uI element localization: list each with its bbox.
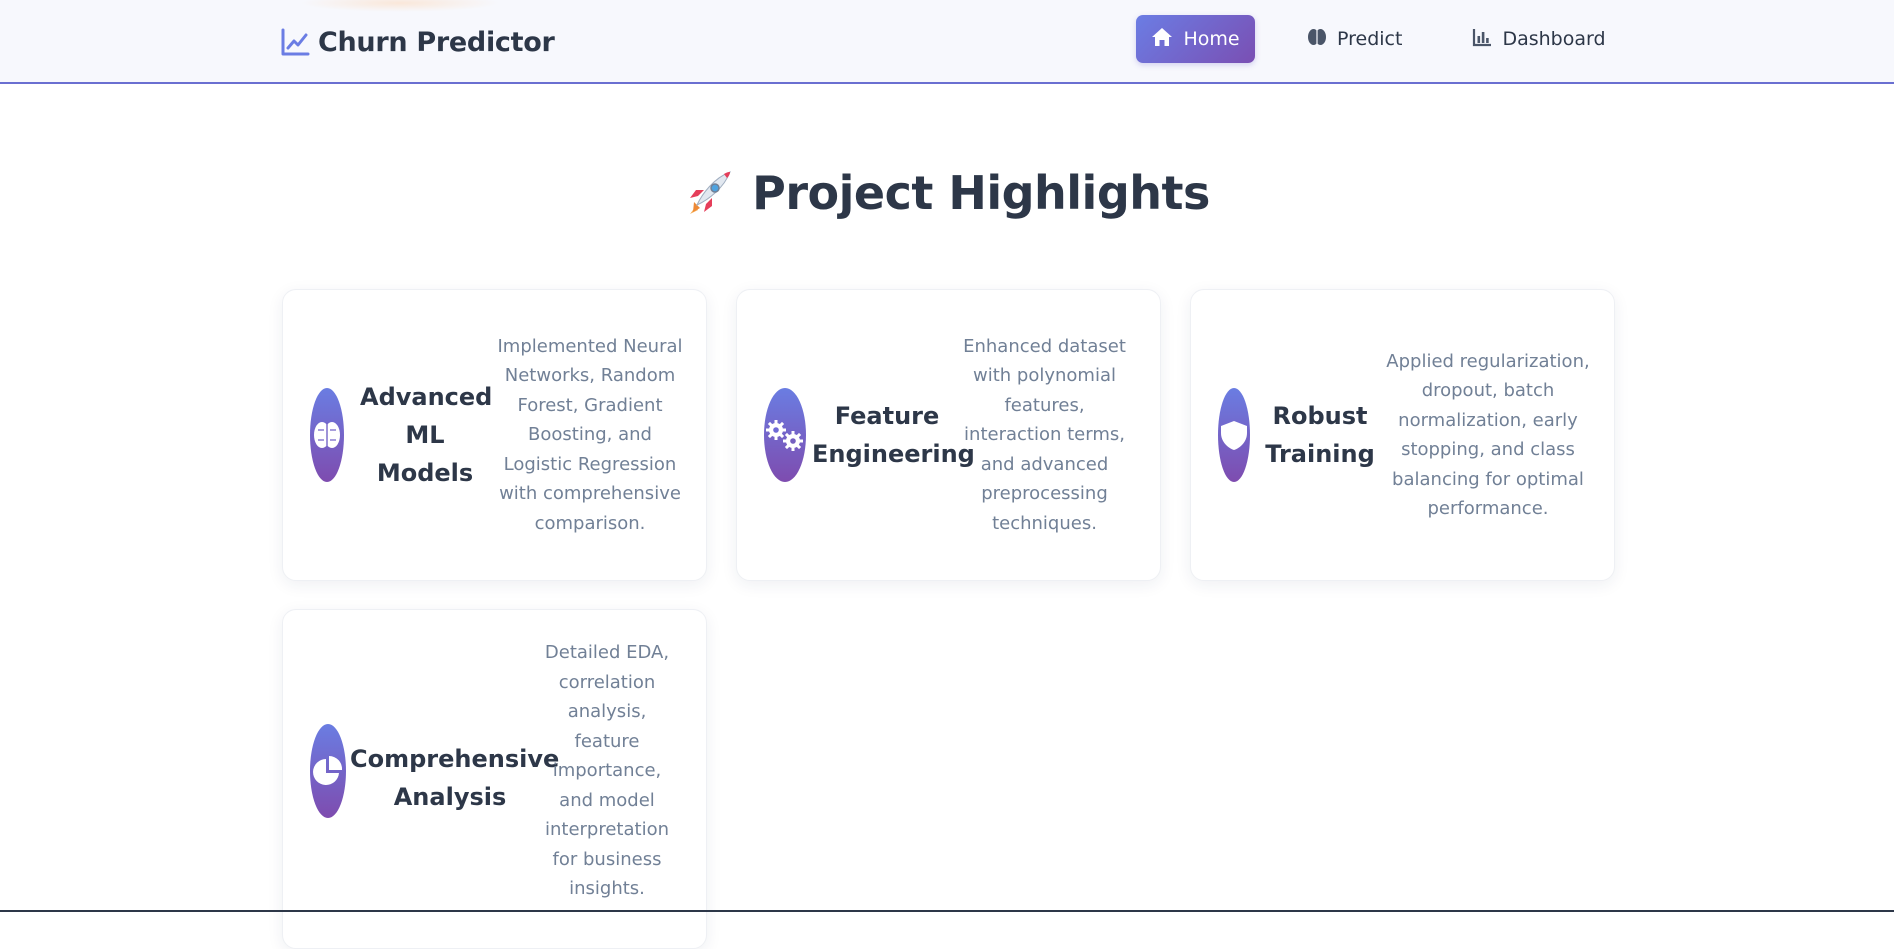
nav-home-label: Home bbox=[1183, 28, 1240, 50]
card-title: Comprehensive Analysis bbox=[350, 745, 560, 811]
nav-home[interactable]: Home bbox=[1136, 15, 1255, 63]
brain-icon bbox=[310, 388, 344, 482]
nav-predict[interactable]: Predict bbox=[1289, 15, 1420, 63]
cogs-icon bbox=[764, 388, 806, 482]
card-description: Detailed EDA, correlation analysis, feat… bbox=[544, 642, 670, 899]
highlight-card-comprehensive-analysis: Comprehensive Analysis Detailed EDA, cor… bbox=[282, 609, 707, 949]
card-description: Implemented Neural Networks, Random Fore… bbox=[497, 335, 683, 534]
rocket-icon bbox=[684, 168, 734, 218]
pie-chart-icon bbox=[310, 724, 346, 818]
brain-icon bbox=[1307, 27, 1327, 52]
highlight-card-robust-training: Robust Training Applied regularization, … bbox=[1190, 289, 1615, 581]
brand[interactable]: Churn Predictor bbox=[280, 22, 555, 62]
shield-icon bbox=[1218, 388, 1250, 482]
nav-links: Home Predict Dashboard bbox=[1136, 15, 1624, 63]
card-description: Applied regularization, dropout, batch n… bbox=[1386, 350, 1590, 520]
nav-predict-label: Predict bbox=[1337, 28, 1403, 50]
chart-line-icon bbox=[280, 27, 310, 57]
navbar: Churn Predictor Home Predict Dashboard bbox=[0, 0, 1894, 84]
section-title-text: Project Highlights bbox=[752, 166, 1210, 220]
card-title: Robust Training bbox=[1265, 402, 1375, 468]
brand-title: Churn Predictor bbox=[318, 26, 555, 58]
card-title: Advanced ML Models bbox=[360, 383, 493, 487]
bar-chart-icon bbox=[1472, 27, 1492, 52]
nav-glow bbox=[300, 0, 500, 12]
home-icon bbox=[1151, 27, 1173, 52]
nav-dashboard-label: Dashboard bbox=[1502, 28, 1606, 50]
card-title: Feature Engineering bbox=[812, 402, 975, 468]
section-title: Project Highlights bbox=[0, 166, 1894, 220]
card-description: Enhanced dataset with polynomial feature… bbox=[963, 335, 1126, 534]
nav-dashboard[interactable]: Dashboard bbox=[1454, 15, 1623, 63]
highlight-card-feature-engineering: Feature Engineering Enhanced dataset wit… bbox=[736, 289, 1161, 581]
highlight-card-ml-models: Advanced ML Models Implemented Neural Ne… bbox=[282, 289, 707, 581]
